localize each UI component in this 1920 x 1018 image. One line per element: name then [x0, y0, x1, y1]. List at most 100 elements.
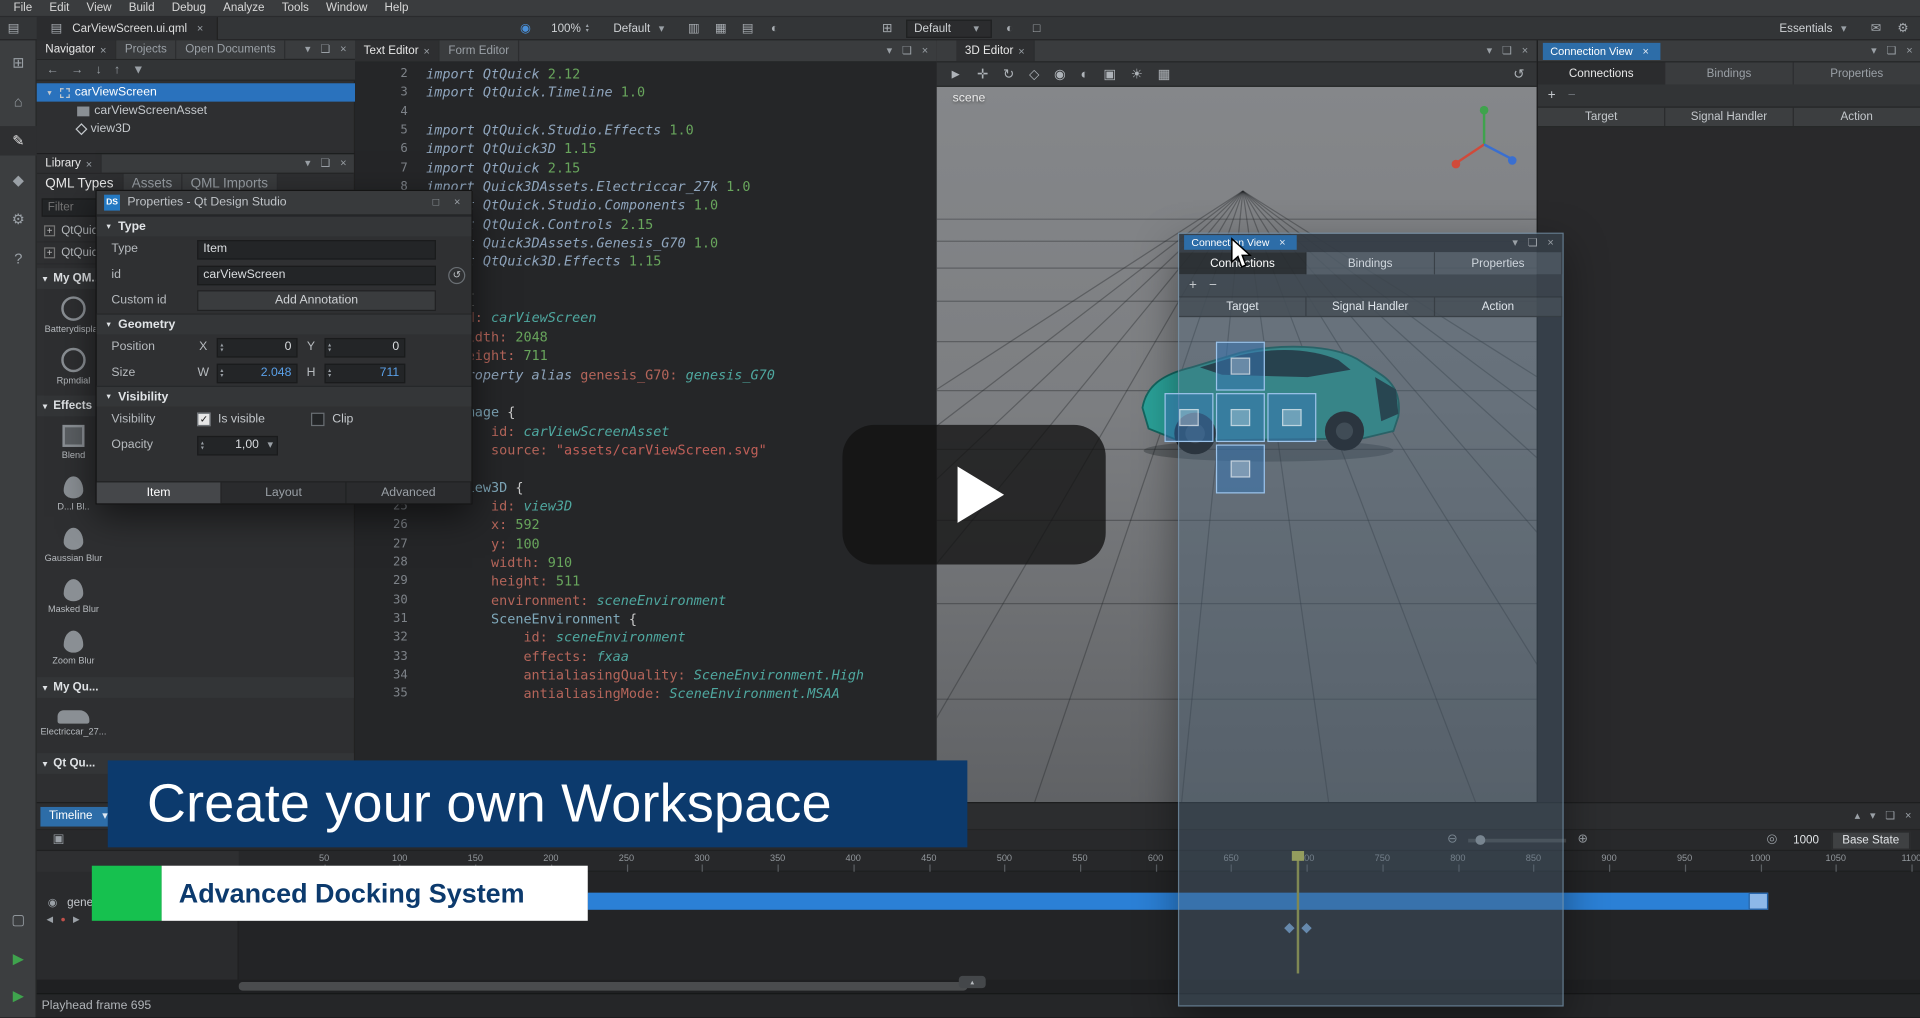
sidebar-toggle-icon[interactable]: ▤ [4, 21, 24, 34]
drop-indicator-top[interactable] [1216, 342, 1265, 391]
type-field[interactable] [197, 239, 436, 259]
code-line[interactable]: height: 711 [426, 347, 928, 366]
close-dialog-icon[interactable]: × [450, 197, 464, 208]
remove-connection-icon[interactable]: − [1568, 88, 1576, 103]
y-value-input[interactable] [334, 340, 404, 353]
kit-selector-icon[interactable]: ▢ [0, 905, 37, 934]
remove-connection-icon[interactable]: − [1209, 278, 1217, 293]
rotate-tool-icon[interactable]: ↻ [1003, 66, 1014, 82]
close-panel-icon[interactable]: × [336, 158, 350, 169]
move-down-icon[interactable]: ↓ [96, 63, 102, 76]
close-panel-icon[interactable]: × [1544, 238, 1558, 249]
fullscreen-icon[interactable]: □ [1027, 21, 1047, 34]
workspace-selector[interactable]: Default ▾ [906, 19, 992, 37]
workspace-grid-icon[interactable]: ⊞ [877, 21, 897, 34]
settings-icon[interactable]: ⚙ [1893, 21, 1913, 34]
chevron-down-icon[interactable]: ▾ [264, 440, 277, 451]
scrollbar-thumb[interactable] [239, 982, 968, 991]
stepper-icons[interactable]: ▴▾ [218, 368, 226, 378]
height-spinbox[interactable]: ▴▾ [324, 363, 405, 383]
debug-run-button-icon[interactable]: ▶ [0, 981, 37, 1010]
code-line[interactable]: Item { [426, 290, 928, 309]
welcome-mode-icon[interactable]: ⌂ [0, 87, 37, 116]
run-target-icon[interactable]: ◉ [516, 21, 536, 34]
collapse-icon[interactable]: ▾ [883, 45, 896, 56]
layout-columns-icon[interactable]: ▤ [738, 21, 758, 34]
is-visible-checkbox[interactable]: ✓ [197, 413, 210, 426]
opacity-value-input[interactable] [206, 438, 263, 451]
close-panel-icon[interactable]: × [1639, 46, 1653, 57]
local-global-toggle-icon[interactable]: ◐ [1080, 67, 1088, 82]
library-item-gaussian-blur[interactable]: Gaussian Blur [39, 519, 108, 570]
float-panel-icon[interactable]: ❏ [1524, 238, 1541, 249]
code-line[interactable]: import Quick3DAssets.Genesis_G70 1.0 [426, 234, 928, 253]
splitter-handle[interactable]: ▴ [959, 976, 986, 988]
library-section-header[interactable]: ▾My Qu... [37, 677, 355, 698]
geometry-section-header[interactable]: ▾ Geometry [97, 313, 472, 334]
library-title-tab[interactable]: Library × [37, 154, 102, 172]
projects-mode-icon[interactable]: ⚙ [0, 204, 37, 233]
code-line[interactable]: antialiasingMode: SceneEnvironment.MSAA [426, 685, 928, 704]
connection-tab-bindings[interactable]: Bindings [1666, 62, 1794, 84]
y-spinbox[interactable]: ▴▾ [324, 337, 405, 357]
id-field[interactable] [197, 265, 436, 285]
record-keyframe-icon[interactable]: ● [60, 915, 65, 924]
keyframe-camera-icon[interactable]: ▣ [49, 834, 68, 846]
next-keyframe-icon[interactable]: ▶ [73, 915, 80, 925]
library-item-masked-blur[interactable]: Masked Blur [39, 571, 108, 622]
close-panel-icon[interactable]: × [1901, 811, 1915, 822]
code-line[interactable]: SceneEnvironment { [426, 610, 928, 629]
video-play-button[interactable] [842, 425, 1105, 565]
float-panel-icon[interactable]: ❏ [1883, 45, 1900, 56]
editor-tab-close-icon[interactable]: × [424, 45, 430, 57]
document-tab-close-icon[interactable]: × [193, 23, 207, 34]
add-annotation-button[interactable]: Add Annotation [197, 290, 436, 311]
tree-item-carviewscreenasset[interactable]: carViewScreenAsset [37, 102, 355, 120]
design-mode-icon[interactable]: ✎ [0, 126, 37, 155]
width-spinbox[interactable]: ▴▾ [217, 363, 298, 383]
timeline-section-bar[interactable] [588, 893, 1749, 910]
connection-tab-properties[interactable]: Properties [1793, 62, 1920, 84]
drop-indicator-left[interactable] [1164, 393, 1213, 442]
stepper-icons[interactable]: ▴▾ [198, 440, 206, 450]
editor-tab-text-editor[interactable]: Text Editor× [355, 40, 440, 61]
move-tool-icon[interactable]: ✛ [977, 66, 988, 82]
float-panel-icon[interactable]: ❏ [1882, 811, 1899, 822]
reset-view-icon[interactable]: ↺ [1513, 66, 1524, 82]
code-line[interactable]: property alias genesis_G70: genesis_G70 [426, 366, 928, 385]
connection-tab-connections[interactable]: Connections [1538, 62, 1666, 84]
properties-dialog-titlebar[interactable]: DS Properties - Qt Design Studio □ × [97, 191, 472, 215]
navigator-tab-navigator[interactable]: Navigator× [37, 40, 117, 58]
connection-tab-properties[interactable]: Properties [1435, 252, 1563, 274]
collapse-icon[interactable]: ▾ [1483, 45, 1496, 56]
close-panel-icon[interactable]: × [336, 44, 350, 55]
collapse-icon[interactable]: ▾ [301, 44, 314, 55]
collapse-down-icon[interactable]: ▾ [1866, 811, 1879, 822]
menu-item-debug[interactable]: Debug [163, 1, 214, 14]
layout-grid-icon[interactable]: ▦ [711, 21, 731, 34]
split-view-icon[interactable]: ◐ [765, 21, 785, 34]
collapse-icon[interactable]: ▾ [1509, 238, 1522, 249]
drop-indicator-right[interactable] [1267, 393, 1316, 442]
code-line[interactable]: id: carViewScreen [426, 309, 928, 328]
clip-checkbox[interactable] [311, 413, 324, 426]
navigator-tab-open-documents[interactable]: Open Documents [177, 40, 286, 58]
run-button-icon[interactable]: ▶ [0, 944, 37, 973]
close-panel-icon[interactable]: × [1903, 45, 1917, 56]
filter-icon[interactable]: ▼ [132, 63, 144, 76]
menu-item-file[interactable]: File [5, 1, 41, 14]
scale-tool-icon[interactable]: ◇ [1029, 66, 1039, 82]
expand-plus-icon[interactable]: + [44, 247, 55, 258]
type-section-header[interactable]: ▾ Type [97, 216, 472, 237]
navigator-tab-projects[interactable]: Projects [116, 40, 176, 58]
move-right-icon[interactable]: → [71, 63, 83, 76]
code-line[interactable]: environment: sceneEnvironment [426, 591, 928, 610]
library-item-zoom-blur[interactable]: Zoom Blur [39, 622, 108, 673]
add-connection-icon[interactable]: + [1189, 278, 1197, 293]
connection-view-title-tab[interactable]: Connection View × [1543, 43, 1660, 60]
opacity-spinbox[interactable]: ▴▾ ▾ [197, 435, 278, 455]
drop-indicator-bottom[interactable] [1216, 444, 1265, 493]
expand-plus-icon[interactable]: + [44, 225, 55, 236]
style-selector[interactable]: Default ▾ [606, 20, 675, 36]
code-line[interactable]: id: sceneEnvironment [426, 629, 928, 648]
